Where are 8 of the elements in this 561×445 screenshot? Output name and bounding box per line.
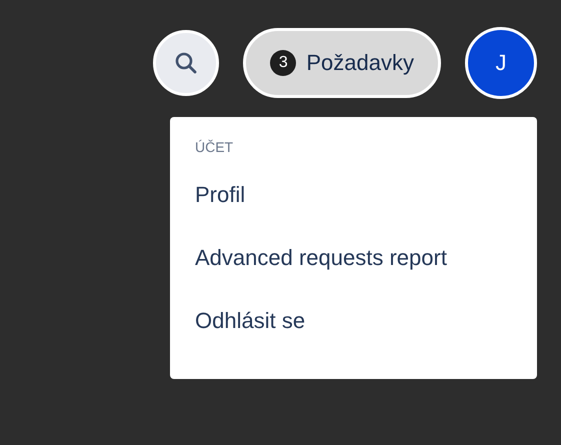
menu-item[interactable]: Odhlásit se <box>170 289 537 352</box>
count-badge: 3 <box>270 50 296 76</box>
requests-button[interactable]: 3 Požadavky <box>243 28 441 98</box>
avatar-button[interactable]: J <box>465 27 537 99</box>
menu-item[interactable]: Profil <box>170 163 537 226</box>
search-icon <box>174 51 198 75</box>
menu-item[interactable]: Advanced requests report <box>170 226 537 289</box>
menu-heading: ÚČET <box>194 139 234 155</box>
